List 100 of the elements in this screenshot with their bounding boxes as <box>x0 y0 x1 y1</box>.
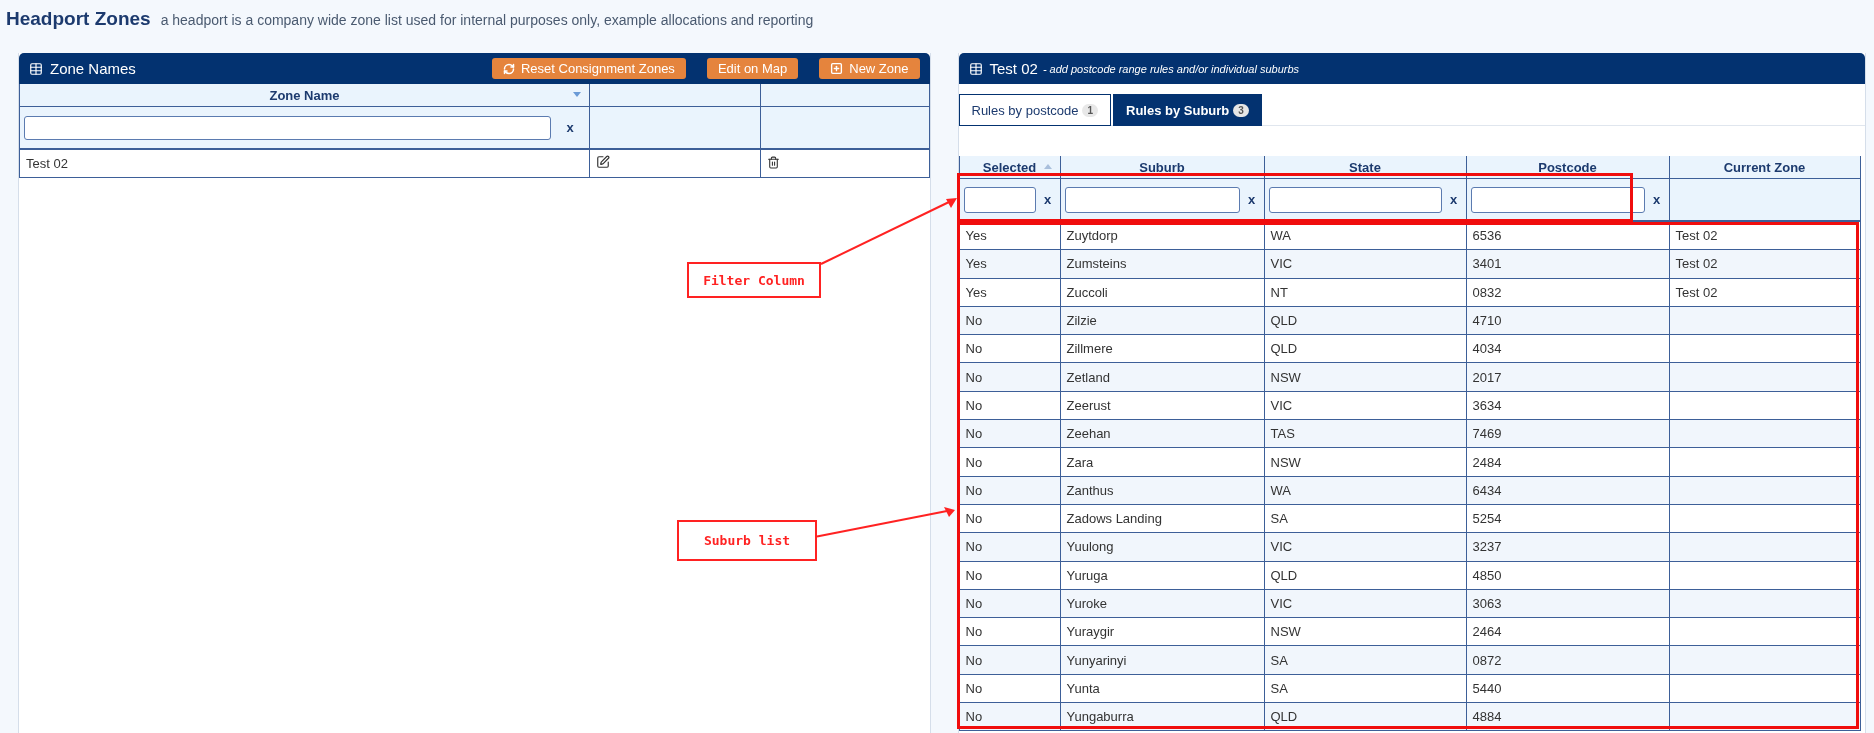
filter-field[interactable] <box>24 115 551 140</box>
table-cell: NT <box>1270 284 1288 300</box>
table-cell: No <box>965 454 983 470</box>
zone-name: Test 02 <box>26 156 68 172</box>
table-cell: 4850 <box>1472 567 1502 583</box>
table-cell: Zanthus <box>1066 482 1114 498</box>
table-cell: Test 02 <box>1675 284 1718 300</box>
panel-title: Zone Names <box>50 60 136 77</box>
table-cell: Yuroke <box>1066 596 1107 611</box>
tab[interactable]: Rules by postcode 1 <box>958 94 1111 126</box>
count-badge: 3 <box>1233 103 1249 117</box>
column-header[interactable]: Postcode <box>1466 156 1669 179</box>
count-badge: 1 <box>1082 103 1098 117</box>
plus-icon <box>830 62 844 75</box>
table-cell: Zadows Landing <box>1066 511 1162 527</box>
table-cell: 3634 <box>1472 397 1502 413</box>
table-cell: No <box>965 596 983 611</box>
table-cell: Test 02 <box>1675 228 1718 244</box>
table-cell: VIC <box>1270 596 1293 611</box>
column-header[interactable]: Zone Name <box>19 84 590 107</box>
filter-field[interactable] <box>1064 186 1240 213</box>
table-cell: 7469 <box>1472 426 1502 442</box>
table-cell: WA <box>1270 482 1291 498</box>
clear-filter-button[interactable]: x <box>1243 192 1260 207</box>
clear-filter-button[interactable]: x <box>1039 192 1056 207</box>
table-cell: Zillmere <box>1066 341 1113 357</box>
table-icon <box>29 61 43 76</box>
table-cell: 3237 <box>1472 539 1502 555</box>
table-cell: No <box>965 567 983 583</box>
table-cell: 4710 <box>1472 313 1502 329</box>
table-cell: Zara <box>1066 454 1094 470</box>
table-cell: VIC <box>1270 256 1293 272</box>
table-cell: Test 02 <box>1675 256 1718 272</box>
edit-icon[interactable] <box>596 155 610 170</box>
table-cell: QLD <box>1270 567 1298 583</box>
column-header[interactable]: Suburb <box>1060 156 1264 179</box>
table-cell: Yes <box>965 284 987 300</box>
panel-title: Test 02 <box>989 60 1038 77</box>
table-cell: QLD <box>1270 709 1298 725</box>
table-cell: Zeehan <box>1066 426 1111 442</box>
clear-filter-button[interactable]: x <box>1648 192 1665 207</box>
clear-filter-button[interactable]: x <box>555 120 585 135</box>
table-cell: 3401 <box>1472 256 1502 272</box>
delete-icon[interactable] <box>767 155 780 169</box>
table-cell: NSW <box>1270 624 1301 640</box>
table-cell: 0872 <box>1472 652 1502 668</box>
table-cell: Yuulong <box>1066 539 1114 555</box>
tab[interactable]: Rules by Suburb 3 <box>1113 94 1262 126</box>
table-cell: Zuccoli <box>1066 284 1108 300</box>
column-header[interactable]: Current Zone <box>1669 156 1860 179</box>
callout-label: Filter Column <box>687 262 821 298</box>
table-cell: No <box>965 511 983 527</box>
page-subtitle: a headport is a company wide zone list used for internal purposes only, example allocations and reporting <box>160 12 814 28</box>
table-cell: Yes <box>965 228 987 244</box>
filter-field[interactable] <box>963 186 1036 213</box>
table-cell: No <box>965 426 983 442</box>
table-cell: 2464 <box>1472 624 1502 640</box>
table-cell: Zuytdorp <box>1066 228 1118 244</box>
table-cell: Zilzie <box>1066 313 1097 329</box>
table-cell: 5254 <box>1472 511 1502 527</box>
table-cell: VIC <box>1270 539 1293 555</box>
table-cell: SA <box>1270 652 1288 668</box>
table-cell: QLD <box>1270 341 1298 357</box>
table-cell: SA <box>1270 511 1288 527</box>
table-cell: No <box>965 482 983 498</box>
table-cell: Zumsteins <box>1066 256 1127 272</box>
table-cell: No <box>965 624 983 640</box>
table-cell: No <box>965 369 983 385</box>
column-header[interactable]: Selected <box>959 156 1060 179</box>
table-cell: No <box>965 313 983 329</box>
table-cell: 0832 <box>1472 284 1502 300</box>
table-cell: WA <box>1270 228 1291 244</box>
table-cell: No <box>965 397 983 413</box>
table-cell: Yes <box>965 256 987 272</box>
clear-filter-button[interactable]: x <box>1445 192 1462 207</box>
table-cell: QLD <box>1270 313 1298 329</box>
table-cell: Zeerust <box>1066 397 1111 413</box>
refresh-icon <box>502 62 515 75</box>
table-cell: Yunta <box>1066 680 1100 696</box>
table-cell: No <box>965 709 983 725</box>
table-cell: Zetland <box>1066 369 1110 385</box>
table-cell: SA <box>1270 680 1288 696</box>
table-cell: No <box>965 652 983 668</box>
table-cell: Yuruga <box>1066 567 1108 583</box>
column-header[interactable]: State <box>1264 156 1466 179</box>
table-cell: No <box>965 539 983 555</box>
table-cell: 6536 <box>1472 228 1502 244</box>
panel-subtitle: - add postcode range rules and/or individual suburbs <box>1042 62 1300 75</box>
table-cell: 5440 <box>1472 680 1502 696</box>
table-cell: Yunyarinyi <box>1066 652 1127 668</box>
table-cell: 6434 <box>1472 482 1502 498</box>
page-title: Headport Zones <box>6 8 151 30</box>
sort-icon[interactable] <box>573 92 581 97</box>
filter-field[interactable] <box>1268 186 1442 213</box>
table-cell: Yungaburra <box>1066 709 1134 725</box>
table-cell: 4034 <box>1472 341 1502 357</box>
table-cell: Yuraygir <box>1066 624 1115 640</box>
table-cell: NSW <box>1270 454 1301 470</box>
filter-field[interactable] <box>1470 186 1645 213</box>
table-cell: 4884 <box>1472 709 1502 725</box>
